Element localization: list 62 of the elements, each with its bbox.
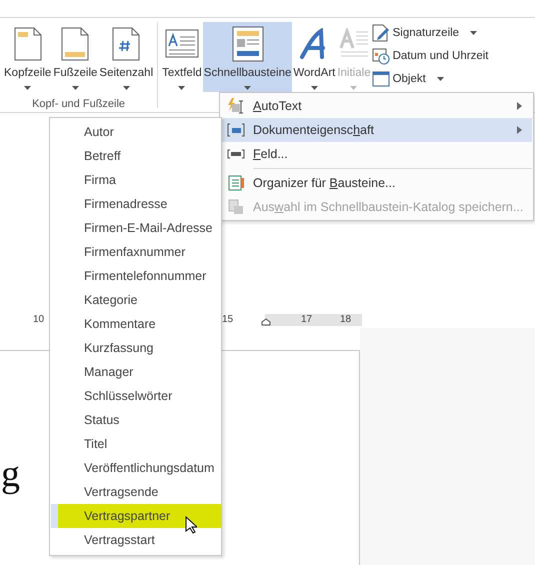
caret-icon — [310, 86, 318, 90]
group-label: Kopf- und Fußzeile — [31, 98, 126, 110]
submenu-item[interactable]: Autor — [51, 120, 221, 144]
caret-icon — [470, 31, 478, 35]
submenu-item[interactable]: Veröffentlichungsdatum — [51, 456, 221, 480]
menu-item[interactable]: Dokumenteigenschaft — [221, 118, 532, 142]
indent-marker-icon — [261, 318, 271, 326]
caret-icon — [436, 77, 444, 81]
menu-item[interactable]: Organizer für Bausteine... — [221, 171, 532, 195]
footer-page-icon — [61, 27, 90, 61]
submenu-item[interactable]: Kurzfassung — [51, 336, 221, 360]
submenu-item[interactable]: Kategorie — [51, 288, 221, 312]
ribbon-button[interactable]: Schnellbausteine — [202, 22, 292, 92]
ribbon-button[interactable]: Textfeld — [161, 22, 203, 92]
caret-icon — [244, 86, 252, 90]
document-property-icon — [227, 123, 245, 137]
ribbon-button[interactable]: Kopfzeile — [3, 22, 52, 92]
caret-icon — [72, 86, 79, 90]
field-icon — [227, 149, 245, 159]
save-selection-icon — [228, 199, 244, 215]
submenu-item[interactable]: Firmenadresse — [51, 192, 221, 216]
ruler-number: 18 — [340, 314, 352, 326]
ribbon-button[interactable]: Fußzeile — [52, 22, 98, 92]
ribbon-small-button[interactable]: Datum und Uhrzeit — [372, 46, 488, 66]
submenu-item[interactable]: Vertragsende — [51, 480, 221, 504]
submenu-item[interactable]: Firmen-E-Mail-Adresse — [51, 216, 221, 240]
submenu-item[interactable]: Firmenfaxnummer — [51, 240, 221, 264]
document-text: g — [1, 452, 20, 496]
window-icon — [372, 71, 390, 87]
submenu-item[interactable]: Manager — [51, 360, 221, 384]
submenu-item[interactable]: Betreff — [51, 144, 221, 168]
submenu-arrow-icon — [517, 126, 522, 134]
ribbon-button[interactable]: WordArt — [292, 22, 336, 92]
calendar-clock-icon — [372, 47, 390, 65]
caret-icon — [122, 86, 130, 90]
submenu-item[interactable]: Titel — [51, 432, 221, 456]
menu-item[interactable]: AutoText — [221, 94, 532, 118]
ruler-number: 15 — [222, 314, 234, 326]
submenu-item[interactable]: Vertragsstart — [51, 528, 221, 552]
text-box-icon — [164, 29, 199, 59]
caret-icon — [24, 86, 32, 90]
signature-pen-icon — [372, 24, 390, 42]
menu-item[interactable]: Feld... — [221, 142, 532, 166]
organizer-list-icon — [228, 175, 244, 191]
caret-icon — [350, 86, 358, 90]
submenu-arrow-icon — [517, 102, 522, 110]
submenu-item[interactable]: Firma — [51, 168, 221, 192]
header-page-icon — [14, 27, 42, 61]
autotext-icon — [227, 98, 245, 114]
submenu-item[interactable]: Schlüsselwörter — [51, 384, 221, 408]
quick-parts-icon — [232, 26, 264, 62]
mouse-cursor-icon — [185, 516, 197, 534]
caret-icon — [178, 86, 186, 90]
ruler-number: 10 — [33, 314, 44, 326]
ruler-number: 17 — [301, 314, 312, 326]
ribbon-small-button[interactable]: Objekt — [372, 69, 488, 89]
ribbon-button[interactable]: Seitenzahl — [98, 22, 154, 92]
submenu-item[interactable]: Kommentare — [51, 312, 221, 336]
page-number-icon — [112, 27, 140, 61]
submenu-item[interactable]: Status — [51, 408, 221, 432]
ribbon-small-button[interactable]: Signaturzeile — [372, 23, 488, 43]
submenu-item[interactable]: Firmentelefonnummer — [51, 264, 221, 288]
